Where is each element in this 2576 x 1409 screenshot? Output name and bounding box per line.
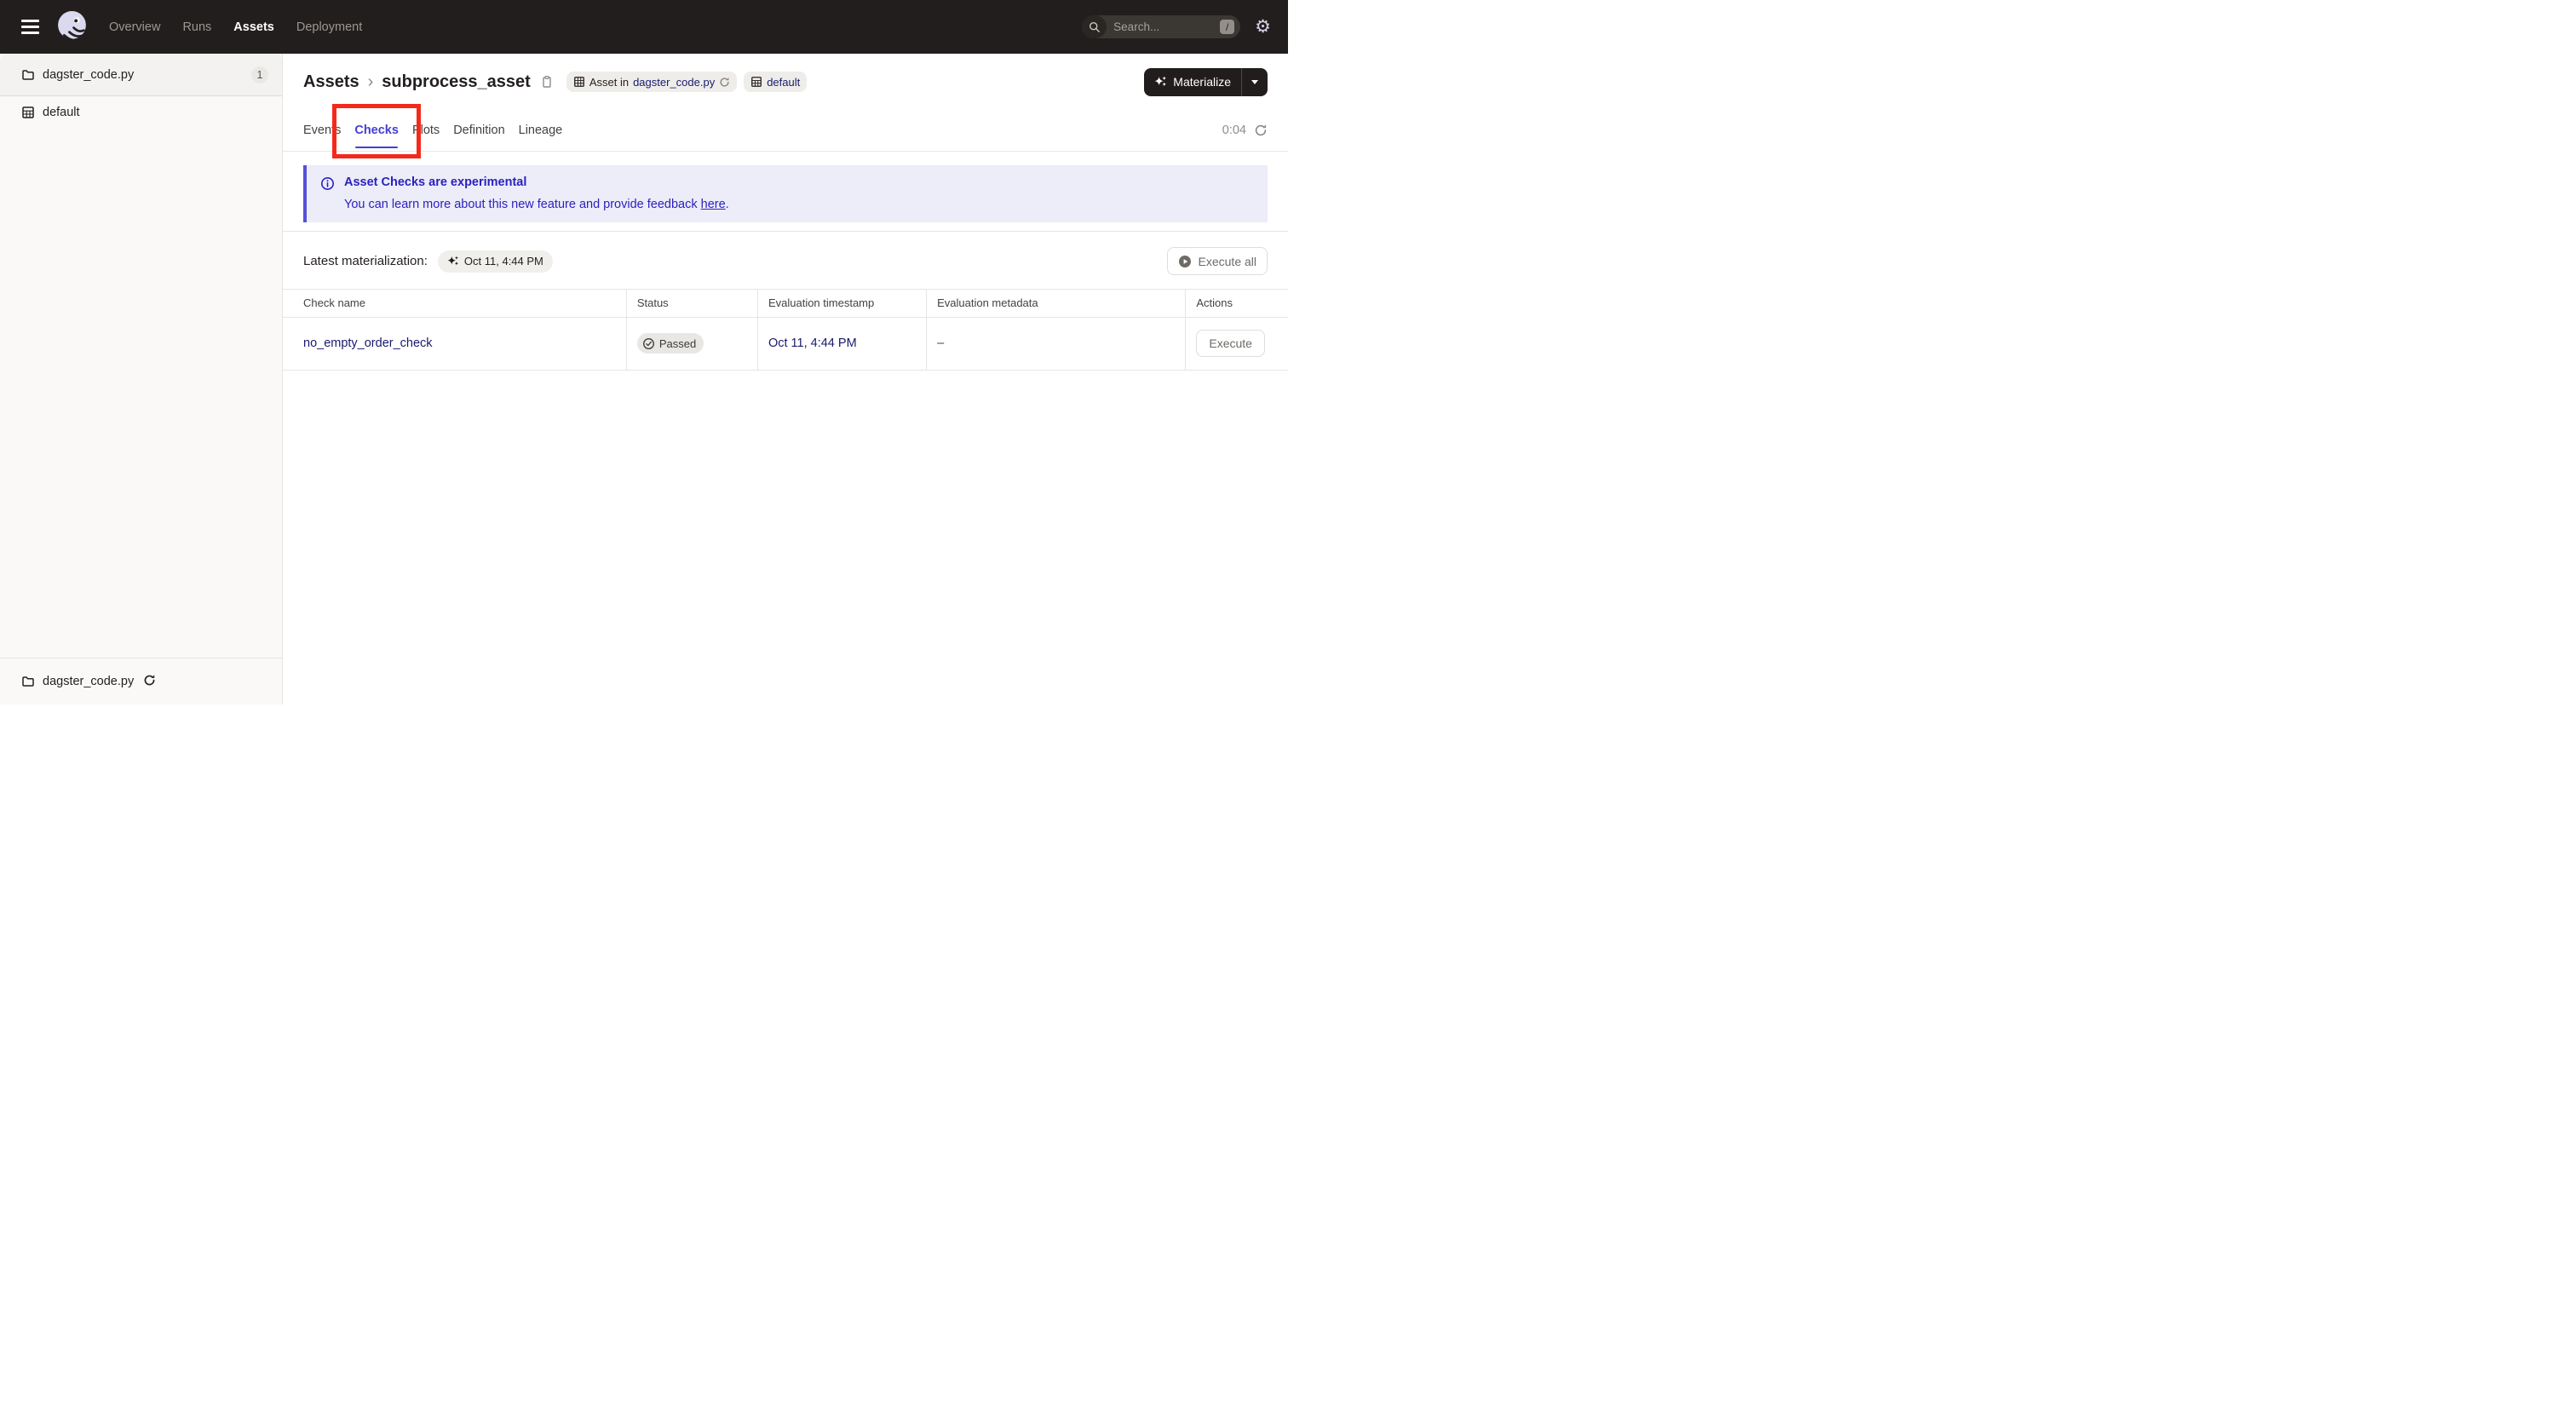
column-header-evaluation-metadata: Evaluation metadata (926, 290, 1186, 318)
latest-materialization-label: Latest materialization: (303, 254, 428, 268)
nav-overview[interactable]: Overview (109, 20, 160, 34)
tab-definition[interactable]: Definition (453, 110, 504, 151)
sidebar-item-label: dagster_code.py (43, 67, 135, 82)
dagster-octopus-icon (58, 11, 86, 42)
asset-location-prefix: Asset in (589, 75, 630, 89)
execute-all-label: Execute all (1198, 254, 1256, 268)
tab-checks[interactable]: Checks (332, 104, 421, 158)
copy-asset-name-icon[interactable] (540, 75, 554, 89)
asset-group-icon (750, 76, 762, 88)
top-navigation-bar: Overview Runs Assets Deployment Search..… (0, 0, 1288, 54)
chevron-down-icon (1251, 79, 1258, 84)
experimental-info-banner: Asset Checks are experimental You can le… (303, 165, 1268, 222)
sparkles-icon (447, 255, 459, 265)
asset-count-badge: 1 (251, 66, 268, 83)
status-label: Passed (658, 336, 697, 350)
code-location-link[interactable]: dagster_code.py (633, 76, 715, 89)
feedback-here-link[interactable]: here (701, 198, 726, 211)
sidebar-item-label: default (43, 106, 80, 119)
search-shortcut-key: / (1220, 20, 1235, 34)
nav-runs[interactable]: Runs (182, 20, 211, 34)
reload-code-location-icon[interactable] (143, 674, 156, 690)
asset-group-link[interactable]: default (767, 76, 800, 89)
nav-assets[interactable]: Assets (233, 20, 274, 34)
sidebar-empty-area (0, 129, 282, 658)
table-header-row: Check name Status Evaluation timestamp E… (283, 290, 1288, 318)
materialize-label: Materialize (1173, 75, 1231, 89)
search-placeholder: Search... (1113, 20, 1160, 33)
refresh-icon[interactable] (719, 77, 730, 88)
banner-body-suffix: . (725, 198, 729, 211)
evaluation-metadata-value: – (937, 336, 945, 350)
asset-group-icon (22, 106, 34, 118)
sidebar-item-default-group[interactable]: default (0, 96, 282, 129)
breadcrumb-separator: › (367, 72, 374, 91)
latest-materialization-row: Latest materialization: Oct 11, 4:44 PM … (303, 247, 1268, 275)
asset-group-tag: default (744, 72, 808, 92)
banner-title: Asset Checks are experimental (344, 175, 527, 189)
asset-tags: Asset in dagster_code.py default (566, 72, 808, 92)
tab-plots[interactable]: Plots (412, 110, 440, 151)
breadcrumb-assets-link[interactable]: Assets (303, 72, 359, 92)
search-icon (1082, 15, 1107, 38)
table-row: no_empty_order_check Passed Oct 11, 4:44… (283, 317, 1288, 371)
sidebar-item-dagster-code[interactable]: dagster_code.py 1 (0, 54, 282, 96)
refresh-countdown: 0:04 (1222, 124, 1246, 137)
top-nav-links: Overview Runs Assets Deployment (109, 20, 362, 34)
sidebar-footer-code-location[interactable]: dagster_code.py (0, 658, 282, 704)
execute-all-button[interactable]: Execute all (1166, 247, 1268, 275)
check-circle-icon (642, 337, 655, 350)
refresh-icon[interactable] (1254, 124, 1268, 137)
materialize-dropdown-button[interactable] (1242, 68, 1268, 96)
asset-tabs: Events Checks Plots Definition Lineage 0… (283, 104, 1288, 158)
asset-icon (573, 76, 585, 88)
tab-lineage[interactable]: Lineage (519, 110, 563, 151)
column-header-evaluation-timestamp: Evaluation timestamp (756, 290, 927, 318)
status-badge: Passed (636, 333, 704, 354)
code-location-label: dagster_code.py (43, 675, 135, 688)
folder-icon (22, 69, 34, 80)
page-title: subprocess_asset (382, 72, 531, 91)
latest-materialization-tag[interactable]: Oct 11, 4:44 PM (437, 250, 553, 273)
banner-body: You can learn more about this new featur… (344, 198, 729, 211)
tab-events[interactable]: Events (303, 110, 341, 151)
dagster-logo[interactable] (55, 9, 90, 44)
info-icon (320, 176, 335, 211)
play-circle-icon (1178, 255, 1192, 268)
search-input[interactable]: Search... / (1082, 15, 1241, 38)
asset-location-tag: Asset in dagster_code.py (566, 72, 738, 92)
sparkles-icon (1154, 75, 1167, 86)
evaluation-timestamp-link[interactable]: Oct 11, 4:44 PM (768, 336, 857, 350)
settings-gear-icon[interactable]: ⚙ (1255, 18, 1271, 36)
asset-groups-sidebar: dagster_code.py 1 default dagster_code.p… (0, 54, 283, 704)
column-header-status: Status (625, 290, 758, 318)
latest-materialization-timestamp: Oct 11, 4:44 PM (463, 255, 543, 267)
folder-icon (22, 676, 34, 687)
execute-button[interactable]: Execute (1196, 330, 1265, 357)
column-header-actions: Actions (1185, 290, 1288, 318)
tab-checks-label: Checks (354, 124, 399, 137)
materialize-button[interactable]: Materialize (1144, 67, 1268, 96)
banner-body-text: You can learn more about this new featur… (344, 198, 701, 211)
column-header-check-name: Check name (283, 290, 627, 318)
hamburger-menu-icon[interactable] (21, 20, 39, 34)
section-divider (283, 231, 1288, 232)
nav-deployment[interactable]: Deployment (296, 20, 362, 34)
asset-page-header: Assets › subprocess_asset Asset in dagst… (283, 54, 1288, 110)
checks-table: Check name Status Evaluation timestamp E… (283, 289, 1288, 371)
main-content: Assets › subprocess_asset Asset in dagst… (283, 54, 1288, 704)
check-name-link[interactable]: no_empty_order_check (303, 336, 433, 350)
